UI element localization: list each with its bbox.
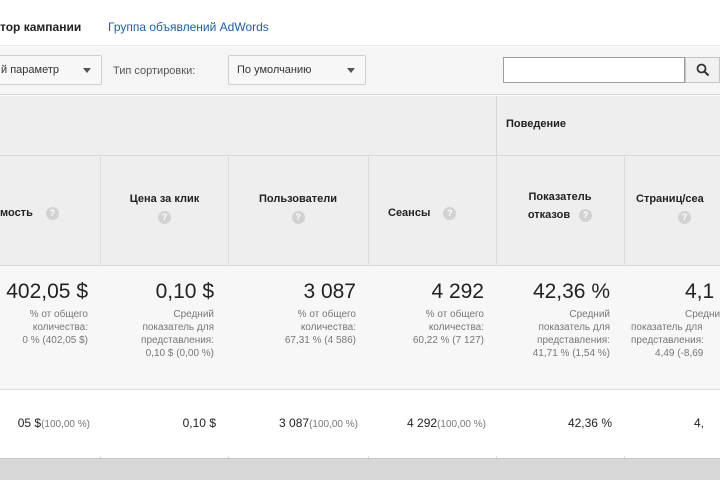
header-sessions-label: Сеансы [388, 207, 431, 219]
sort-type-dropdown[interactable]: По умолчанию [228, 55, 366, 85]
column-group-row [0, 96, 720, 156]
summary-pages-note: Средний показатель для представления: 4,… [631, 309, 720, 359]
search-button[interactable] [685, 57, 720, 83]
summary-pages-value: 4,1 [685, 280, 715, 303]
header-bounce-rate[interactable]: Показатель отказов ? [510, 188, 610, 224]
row-bounce: 42,36 % [567, 416, 612, 430]
table-footer [0, 458, 720, 480]
summary-cost-value: 402,05 $ [6, 280, 88, 303]
summary-cpc-note: Средний показатель для представления: 0,… [141, 309, 214, 359]
header-users[interactable]: Пользователи ? [248, 190, 348, 226]
row-pages: 4, [694, 416, 705, 430]
column-header-row [0, 156, 720, 266]
header-bounce-label-2: отказов [527, 209, 571, 221]
header-bounce-label-1: Показатель [528, 191, 592, 203]
tab-campaign-explorer[interactable]: тор кампании [0, 20, 81, 34]
secondary-dimension-label: й параметр [1, 64, 59, 76]
summary-bounce-value: 42,36 % [532, 280, 610, 303]
header-pages-per-session[interactable]: Страниц/сеа ? [636, 190, 720, 226]
help-icon[interactable]: ? [678, 210, 691, 224]
column-group-divider [496, 96, 497, 156]
table-row[interactable] [0, 390, 720, 456]
summary-sessions-value: 4 292 [431, 280, 484, 303]
sort-type-label: Тип сортировки: [113, 65, 196, 77]
help-icon[interactable]: ? [579, 208, 593, 222]
summary-users-value: 3 087 [303, 280, 356, 303]
summary-pages-cell: 4,1 Средний показатель для представления… [625, 266, 720, 390]
row-sessions: 4 292(100,00 %) [407, 416, 486, 430]
row-cost: 05 $(100,00 %) [17, 416, 90, 430]
header-pages-label: Страниц/сеа [636, 193, 704, 205]
header-cpc-label: Цена за клик [129, 193, 200, 205]
search-icon [696, 63, 710, 77]
header-cpc[interactable]: Цена за клик ? [117, 190, 212, 226]
help-icon[interactable]: ? [291, 210, 305, 224]
search-input[interactable] [503, 57, 685, 83]
help-icon[interactable]: ? [443, 206, 457, 220]
report-tabs: тор кампании Группа объявлений AdWords [0, 0, 720, 46]
row-cpc: 0,10 $ [182, 416, 216, 430]
summary-sessions-note: % от общего количества: 60,22 % (7 127) [412, 309, 484, 346]
toolbar: й параметр Тип сортировки: По умолчанию [0, 47, 720, 95]
tab-adwords-adgroup[interactable]: Группа объявлений AdWords [108, 20, 269, 34]
header-sessions[interactable]: Сеансы ? [388, 204, 457, 222]
help-icon[interactable]: ? [158, 210, 171, 224]
row-users: 3 087(100,00 %) [279, 416, 358, 430]
group-behavior-label: Поведение [506, 118, 566, 130]
header-cost-label: мость [0, 207, 33, 219]
chevron-down-icon [83, 68, 91, 73]
summary-row [0, 266, 720, 390]
secondary-dimension-dropdown[interactable]: й параметр [0, 55, 102, 85]
summary-users-note: % от общего количества: 67,31 % (4 586) [284, 309, 356, 346]
summary-cost-note: % от общего количества: 0 % (402,05 $) [22, 309, 88, 346]
chevron-down-icon [347, 68, 355, 73]
help-icon[interactable]: ? [45, 206, 59, 220]
sort-type-value: По умолчанию [237, 64, 312, 76]
summary-cpc-value: 0,10 $ [155, 280, 214, 303]
header-users-label: Пользователи [258, 193, 337, 205]
header-cost[interactable]: мость ? [0, 204, 59, 222]
summary-bounce-note: Средний показатель для представления: 41… [532, 309, 610, 359]
